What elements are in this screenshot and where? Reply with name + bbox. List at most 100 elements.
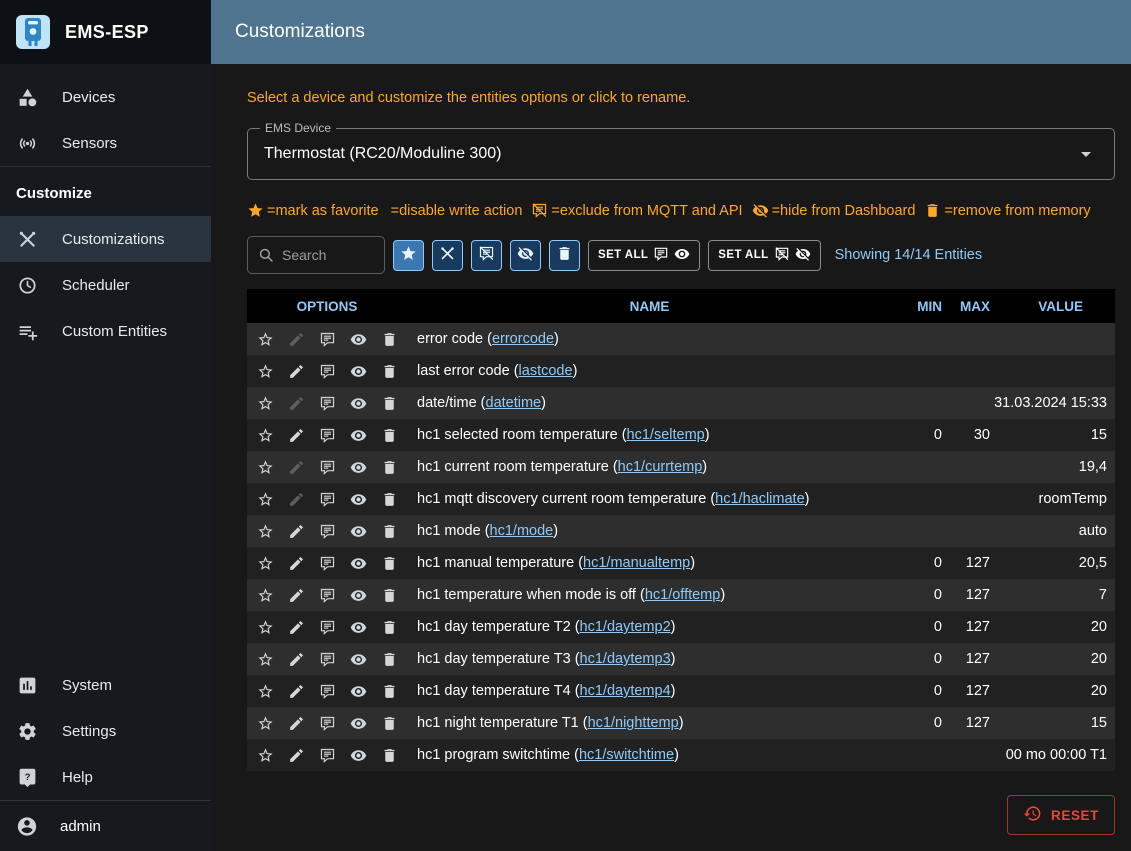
visibility-icon[interactable] [343, 619, 374, 636]
sidebar-item-customizations[interactable]: Customizations [0, 216, 211, 262]
visibility-icon[interactable] [343, 747, 374, 764]
sidebar-item-scheduler[interactable]: Scheduler [0, 262, 211, 308]
delete-icon[interactable] [374, 555, 405, 572]
edit-icon[interactable] [281, 619, 312, 636]
entity-name[interactable]: hc1 day temperature T4 (hc1/daytemp4) [407, 683, 892, 699]
favorite-icon[interactable] [250, 363, 281, 380]
entity-shortname-link[interactable]: hc1/manualtemp [583, 555, 690, 571]
ems-device-select[interactable]: EMS Device Thermostat (RC20/Moduline 300… [247, 128, 1115, 180]
entity-name[interactable]: last error code (lastcode) [407, 363, 892, 379]
reset-button[interactable]: RESET [1007, 795, 1115, 835]
entity-name[interactable]: hc1 manual temperature (hc1/manualtemp) [407, 555, 892, 571]
sidebar-item-custom-entities[interactable]: Custom Entities [0, 308, 211, 354]
mqtt-exclude-icon[interactable] [312, 491, 343, 508]
mqtt-exclude-icon[interactable] [312, 523, 343, 540]
delete-icon[interactable] [374, 459, 405, 476]
visibility-icon[interactable] [343, 331, 374, 348]
delete-icon[interactable] [374, 683, 405, 700]
favorite-icon[interactable] [250, 619, 281, 636]
delete-icon[interactable] [374, 619, 405, 636]
delete-icon[interactable] [374, 395, 405, 412]
search-input[interactable] [282, 247, 374, 263]
favorite-icon[interactable] [250, 683, 281, 700]
edit-icon[interactable] [281, 363, 312, 380]
mqtt-exclude-icon[interactable] [312, 555, 343, 572]
edit-icon[interactable] [281, 555, 312, 572]
entity-shortname-link[interactable]: hc1/mode [490, 523, 554, 539]
mqtt-exclude-icon[interactable] [312, 363, 343, 380]
entity-name[interactable]: error code (errorcode) [407, 331, 892, 347]
entity-shortname-link[interactable]: hc1/daytemp3 [580, 651, 671, 667]
favorite-icon[interactable] [250, 587, 281, 604]
visibility-icon[interactable] [343, 523, 374, 540]
edit-icon[interactable] [281, 747, 312, 764]
favorite-icon[interactable] [250, 523, 281, 540]
entity-shortname-link[interactable]: hc1/switchtime [579, 747, 674, 763]
edit-icon[interactable] [281, 459, 312, 476]
edit-icon[interactable] [281, 395, 312, 412]
entity-name[interactable]: hc1 selected room temperature (hc1/selte… [407, 427, 892, 443]
favorite-icon[interactable] [250, 459, 281, 476]
delete-icon[interactable] [374, 427, 405, 444]
sidebar-item-settings[interactable]: Settings [0, 708, 211, 754]
visibility-icon[interactable] [343, 395, 374, 412]
edit-icon[interactable] [281, 491, 312, 508]
delete-icon[interactable] [374, 747, 405, 764]
set-all-disable-button[interactable]: SET ALL [708, 240, 820, 271]
edit-icon[interactable] [281, 587, 312, 604]
edit-icon[interactable] [281, 331, 312, 348]
entity-name[interactable]: hc1 day temperature T3 (hc1/daytemp3) [407, 651, 892, 667]
edit-icon[interactable] [281, 651, 312, 668]
entity-name[interactable]: hc1 day temperature T2 (hc1/daytemp2) [407, 619, 892, 635]
favorite-icon[interactable] [250, 331, 281, 348]
mqtt-exclude-icon[interactable] [312, 427, 343, 444]
favorite-icon[interactable] [250, 747, 281, 764]
sidebar-item-sensors[interactable]: Sensors [0, 120, 211, 166]
entity-name[interactable]: hc1 mqtt discovery current room temperat… [407, 491, 892, 507]
entity-shortname-link[interactable]: errorcode [492, 331, 554, 347]
mqtt-exclude-icon[interactable] [312, 619, 343, 636]
entity-name[interactable]: hc1 night temperature T1 (hc1/nighttemp) [407, 715, 892, 731]
delete-icon[interactable] [374, 491, 405, 508]
delete-icon[interactable] [374, 715, 405, 732]
visibility-icon[interactable] [343, 363, 374, 380]
favorite-icon[interactable] [250, 555, 281, 572]
visibility-icon[interactable] [343, 715, 374, 732]
favorite-icon[interactable] [250, 651, 281, 668]
entity-name[interactable]: date/time (datetime) [407, 395, 892, 411]
favorite-icon[interactable] [250, 395, 281, 412]
favorite-icon[interactable] [250, 491, 281, 508]
set-all-enable-button[interactable]: SET ALL [588, 240, 700, 271]
mqtt-exclude-icon[interactable] [312, 587, 343, 604]
sidebar-item-system[interactable]: System [0, 662, 211, 708]
visibility-icon[interactable] [343, 651, 374, 668]
entity-name[interactable]: hc1 program switchtime (hc1/switchtime) [407, 747, 892, 763]
edit-icon[interactable] [281, 715, 312, 732]
filter-remove-memory-button[interactable] [549, 240, 580, 271]
delete-icon[interactable] [374, 363, 405, 380]
entity-shortname-link[interactable]: hc1/offtemp [645, 587, 721, 603]
favorite-icon[interactable] [250, 715, 281, 732]
sidebar-item-devices[interactable]: Devices [0, 74, 211, 120]
filter-exclude-mqtt-button[interactable] [471, 240, 502, 271]
entity-name[interactable]: hc1 temperature when mode is off (hc1/of… [407, 587, 892, 603]
visibility-icon[interactable] [343, 683, 374, 700]
entity-shortname-link[interactable]: hc1/daytemp4 [580, 683, 671, 699]
entity-shortname-link[interactable]: hc1/daytemp2 [580, 619, 671, 635]
entity-shortname-link[interactable]: hc1/seltemp [627, 427, 705, 443]
visibility-icon[interactable] [343, 427, 374, 444]
delete-icon[interactable] [374, 587, 405, 604]
edit-icon[interactable] [281, 427, 312, 444]
mqtt-exclude-icon[interactable] [312, 395, 343, 412]
delete-icon[interactable] [374, 331, 405, 348]
delete-icon[interactable] [374, 523, 405, 540]
mqtt-exclude-icon[interactable] [312, 683, 343, 700]
visibility-icon[interactable] [343, 491, 374, 508]
filter-favorite-button[interactable] [393, 240, 424, 271]
mqtt-exclude-icon[interactable] [312, 651, 343, 668]
entity-shortname-link[interactable]: lastcode [519, 363, 573, 379]
delete-icon[interactable] [374, 651, 405, 668]
mqtt-exclude-icon[interactable] [312, 331, 343, 348]
visibility-icon[interactable] [343, 587, 374, 604]
user-menu[interactable]: admin [0, 801, 211, 851]
